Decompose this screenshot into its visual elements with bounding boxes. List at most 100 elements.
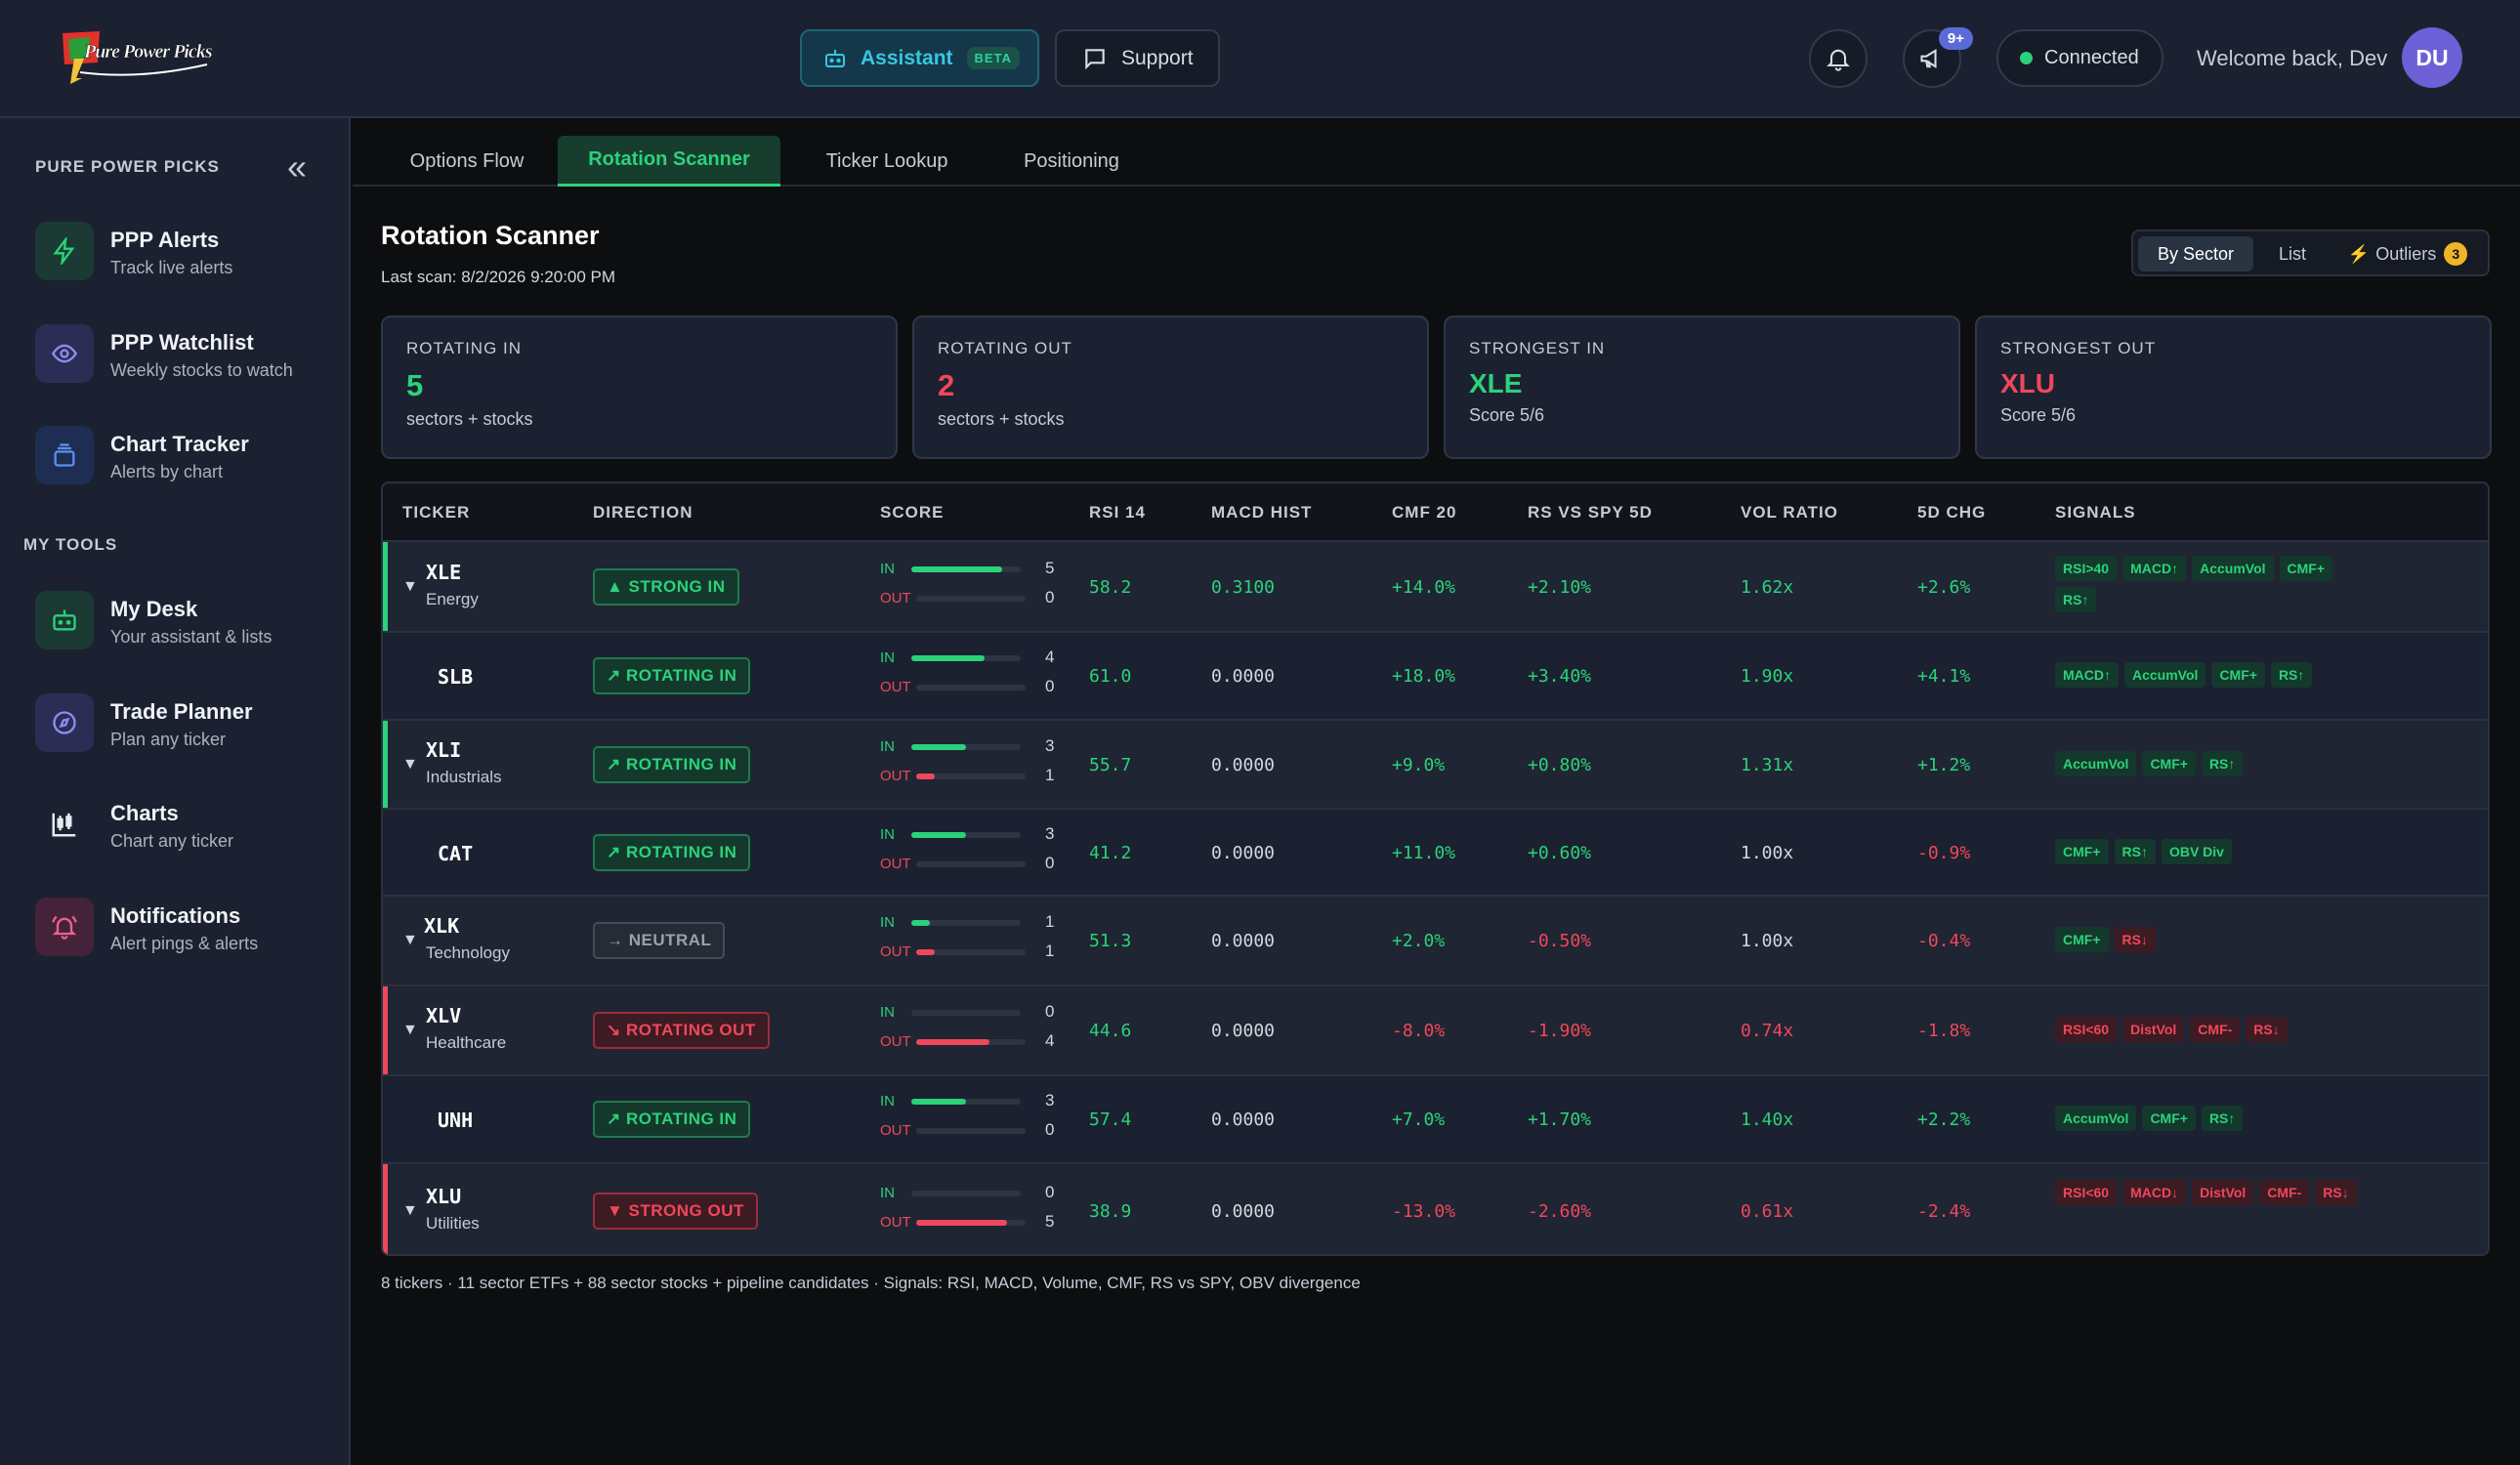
rsi-value: 61.0 <box>1089 666 1132 687</box>
rs-vs-spy-value: -1.90% <box>1528 1021 1592 1041</box>
table-row[interactable]: ▼ XLU Utilities ▼ STRONG OUT IN 0 OUT 5 38.9 0.00… <box>383 1162 2488 1254</box>
notifications-button[interactable] <box>1809 29 1868 88</box>
compass-icon <box>35 693 94 752</box>
assistant-button[interactable]: Assistant BETA <box>800 29 1039 87</box>
status-dot-icon <box>2020 52 2033 64</box>
expand-caret-icon[interactable]: ▼ <box>402 932 418 949</box>
column-header-5d-chg[interactable]: 5D CHG <box>1917 503 1986 523</box>
view-list-button[interactable]: List <box>2259 236 2326 272</box>
score-out-bar <box>916 860 1026 867</box>
score-in-label: IN <box>880 825 895 843</box>
ticker-symbol[interactable]: XLE <box>426 561 461 584</box>
avatar[interactable]: DU <box>2402 27 2462 88</box>
ticker-symbol[interactable]: XLI <box>426 738 461 762</box>
column-header-ticker[interactable]: TICKER <box>402 503 470 523</box>
tab-options-flow[interactable]: Options Flow <box>389 136 545 187</box>
support-button[interactable]: Support <box>1055 29 1220 87</box>
tab-ticker-lookup[interactable]: Ticker Lookup <box>794 136 980 187</box>
sidebar-item-title: PPP Watchlist <box>110 330 254 355</box>
score-out-label: OUT <box>880 1033 911 1050</box>
expand-caret-icon[interactable]: ▼ <box>402 1022 418 1039</box>
ticker-symbol[interactable]: CAT <box>438 842 473 865</box>
signal-chip: MACD↓ <box>2122 1180 2187 1205</box>
score-in-bar <box>911 1191 1021 1196</box>
rsi-value: 58.2 <box>1089 576 1132 598</box>
bell-icon <box>1811 31 1866 86</box>
sidebar-item-trade-planner[interactable]: Trade Planner Plan any ticker <box>35 688 328 756</box>
table-row[interactable]: ▼ XLI Industrials ↗ ROTATING IN IN 3 OUT 1 55.7 0… <box>383 719 2488 808</box>
column-header-rs-vs-spy[interactable]: RS VS SPY 5D <box>1528 503 1653 523</box>
card-label: ROTATING IN <box>406 339 523 357</box>
score-out-value: 1 <box>1045 765 1055 784</box>
ticker-symbol[interactable]: UNH <box>438 1109 473 1132</box>
sidebar-item-title: Charts <box>110 801 179 825</box>
tab-rotation-scanner[interactable]: Rotation Scanner <box>558 136 780 187</box>
ticker-symbol[interactable]: SLB <box>438 665 473 689</box>
sidebar-item-ppp-watchlist[interactable]: PPP Watchlist Weekly stocks to watch <box>35 318 328 387</box>
column-header-vol-ratio[interactable]: VOL RATIO <box>1741 503 1838 523</box>
column-header-direction[interactable]: DIRECTION <box>593 503 693 523</box>
sidebar-item-title: Trade Planner <box>110 699 253 724</box>
signal-chip: RS↑ <box>2201 750 2244 776</box>
sidebar-item-charts[interactable]: Charts Chart any ticker <box>35 789 328 858</box>
sidebar-item-notifications[interactable]: Notifications Alert pings & alerts <box>35 892 328 960</box>
tab-positioning[interactable]: Positioning <box>993 136 1150 187</box>
score-in-value: 0 <box>1045 1002 1055 1021</box>
score-out-label: OUT <box>880 855 911 872</box>
signal-chip: RS↓ <box>2246 1017 2288 1042</box>
ticker-symbol[interactable]: XLU <box>426 1185 461 1208</box>
score-in-fill <box>911 1099 966 1105</box>
table-row[interactable]: ▼ XLK Technology → NEUTRAL IN 1 OUT 1 51.3 0.0000… <box>383 895 2488 984</box>
cmf-value: +14.0% <box>1392 576 1456 598</box>
table-row[interactable]: UNH ↗ ROTATING IN IN 3 OUT 0 57.4 0.0000 +7.0% +1… <box>383 1074 2488 1162</box>
view-by-sector-button[interactable]: By Sector <box>2138 236 2253 272</box>
view-toggle: By Sector List ⚡ Outliers 3 <box>2131 230 2490 276</box>
signal-chip: RS↓ <box>2315 1180 2357 1205</box>
expand-caret-icon[interactable]: ▼ <box>402 578 418 596</box>
five-day-change-value: +2.6% <box>1917 576 1971 598</box>
table-row[interactable]: ▼ XLV Healthcare ↘ ROTATING OUT IN 0 OUT 4 44.6 0… <box>383 984 2488 1074</box>
rsi-value: 57.4 <box>1089 1109 1132 1130</box>
candlestick-icon <box>35 795 94 854</box>
signal-chip: AccumVol <box>2192 555 2274 581</box>
robot-icon <box>35 591 94 649</box>
column-header-rsi[interactable]: RSI 14 <box>1089 503 1146 523</box>
score-out-value: 0 <box>1045 853 1055 872</box>
score-in-value: 4 <box>1045 648 1055 666</box>
column-header-score[interactable]: SCORE <box>880 503 944 523</box>
vol-ratio-value: 1.31x <box>1741 754 1794 775</box>
score-in-bar <box>911 565 1021 572</box>
signal-chips: CMF+ RS↑ OBV Div <box>2055 838 2377 864</box>
score-out-label: OUT <box>880 1214 911 1231</box>
announcements-button[interactable]: 9+ <box>1903 27 1973 88</box>
table-row[interactable]: ▼ XLE Energy ▲ STRONG IN IN 5 OUT 0 58.2 0.3100 +1… <box>383 540 2488 631</box>
logo[interactable]: Pure Power Picks <box>61 29 217 84</box>
score-out-value: 5 <box>1045 1212 1055 1231</box>
table-row[interactable]: CAT ↗ ROTATING IN IN 3 OUT 0 41.2 0.0000 +11.0% +… <box>383 808 2488 895</box>
column-header-signals[interactable]: SIGNALS <box>2055 503 2136 523</box>
collapse-sidebar-icon[interactable]: « <box>287 149 307 185</box>
ticker-symbol[interactable]: XLK <box>424 914 459 938</box>
connection-status[interactable]: Connected <box>1996 29 2163 87</box>
sidebar-item-ppp-alerts[interactable]: PPP Alerts Track live alerts <box>35 216 328 284</box>
sidebar-item-chart-tracker[interactable]: Chart Tracker Alerts by chart <box>35 420 328 488</box>
sector-name: Industrials <box>426 767 502 786</box>
view-outliers-button[interactable]: ⚡ Outliers 3 <box>2331 236 2484 272</box>
expand-caret-icon[interactable]: ▼ <box>402 756 418 774</box>
sidebar-item-title: My Desk <box>110 597 198 621</box>
column-header-macd[interactable]: MACD HIST <box>1211 503 1312 523</box>
signal-chip: RSI<60 <box>2055 1017 2118 1042</box>
table-row[interactable]: SLB ↗ ROTATING IN IN 4 OUT 0 61.0 0.0000 +18.0% +… <box>383 631 2488 719</box>
outliers-label: Outliers <box>2375 243 2437 264</box>
lightning-icon: ⚡ <box>2347 243 2371 264</box>
sector-name: Energy <box>426 589 479 608</box>
column-header-cmf[interactable]: CMF 20 <box>1392 503 1456 523</box>
ticker-symbol[interactable]: XLV <box>426 1004 461 1027</box>
sidebar-item-my-desk[interactable]: My Desk Your assistant & lists <box>35 585 328 653</box>
expand-caret-icon[interactable]: ▼ <box>402 1202 418 1220</box>
cmf-value: +18.0% <box>1392 666 1456 687</box>
vol-ratio-value: 1.90x <box>1741 666 1794 687</box>
sidebar-item-subtitle: Alert pings & alerts <box>110 934 259 953</box>
score-in-bar <box>911 655 1021 661</box>
eye-icon <box>35 324 94 383</box>
